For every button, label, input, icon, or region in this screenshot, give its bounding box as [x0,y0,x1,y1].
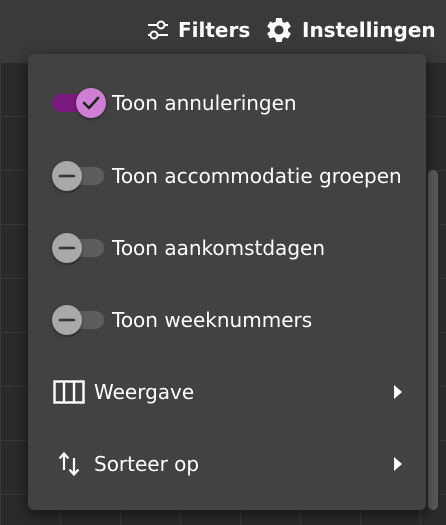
settings-button[interactable]: Instellingen [264,14,436,46]
filters-button[interactable]: Filters [146,14,250,46]
toggle-item-accommodatie-groepen[interactable]: Toon accommodatie groepen [28,140,426,212]
chevron-right-icon [394,385,402,399]
columns-icon [52,375,86,409]
toggle-switch[interactable] [52,88,106,118]
minus-icon [58,318,76,322]
toggle-thumb [52,161,82,191]
submenu-label: Weergave [94,380,195,404]
toggle-item-annuleringen[interactable]: Toon annuleringen [28,67,426,139]
scrollbar[interactable] [428,170,438,510]
sort-arrows-icon [52,447,86,481]
minus-icon [58,174,76,178]
toggle-switch[interactable] [52,233,106,263]
check-icon [82,96,100,110]
submenu-label: Sorteer op [94,452,200,476]
settings-menu: Toon annuleringen Toon accommodatie groe… [28,54,426,510]
gear-icon [264,15,294,45]
toggle-label: Toon annuleringen [112,91,297,115]
toggle-thumb [52,233,82,263]
submenu-item-weergave[interactable]: Weergave [28,356,426,428]
filters-label: Filters [178,18,251,42]
sliders-icon [146,19,170,41]
chevron-right-icon [394,457,402,471]
minus-icon [58,246,76,250]
toggle-item-aankomstdagen[interactable]: Toon aankomstdagen [28,212,426,284]
toggle-switch[interactable] [52,305,106,335]
toggle-thumb [76,88,106,118]
toggle-label: Toon aankomstdagen [112,236,325,260]
toggle-switch[interactable] [52,161,106,191]
toggle-label: Toon weeknummers [112,308,313,332]
toggle-label: Toon accommodatie groepen [112,164,402,188]
settings-label: Instellingen [302,18,436,42]
toggle-item-weeknummers[interactable]: Toon weeknummers [28,284,426,356]
submenu-item-sorteer-op[interactable]: Sorteer op [28,428,426,500]
toggle-thumb [52,305,82,335]
